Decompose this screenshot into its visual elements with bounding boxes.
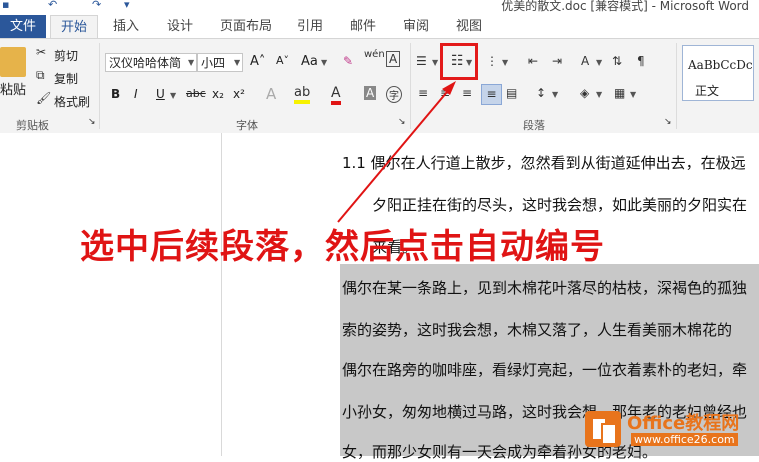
align-left-icon[interactable]: ≡ (418, 86, 428, 100)
show-marks-icon[interactable]: ¶ (637, 54, 645, 68)
tab-review[interactable]: 审阅 (396, 15, 436, 38)
quick-access-toolbar: ▪ ↶ ↷ ▾ (0, 0, 160, 12)
text-effects-icon[interactable]: A (266, 85, 276, 103)
decrease-indent-icon[interactable]: ⇤ (528, 54, 538, 68)
align-right-icon[interactable]: ≡ (462, 86, 472, 100)
copy-button[interactable]: 复制 (54, 70, 78, 87)
watermark: Office教程网 www.office26.com (585, 405, 759, 456)
phonetic-guide-icon[interactable]: wén (364, 49, 385, 60)
line-spacing-icon[interactable]: ↕ (536, 86, 546, 100)
character-border-icon[interactable]: A (386, 51, 401, 67)
clear-formatting-icon[interactable]: ✎ (343, 54, 353, 68)
bullets-icon[interactable]: ☰ (416, 54, 427, 68)
character-shading-icon[interactable]: A (364, 86, 377, 100)
increase-indent-icon[interactable]: ⇥ (552, 54, 562, 68)
customize-icon[interactable]: ▾ (124, 0, 130, 11)
tab-file[interactable]: 文件 (0, 15, 46, 38)
tab-view[interactable]: 视图 (449, 15, 489, 38)
bold-button[interactable]: B (111, 87, 120, 101)
copy-icon: ⧉ (36, 68, 45, 82)
tab-page-layout[interactable]: 页面布局 (214, 15, 278, 38)
office-logo-icon (585, 411, 621, 447)
underline-dropdown-icon[interactable]: ▼ (170, 91, 176, 100)
title-bar: ▪ ↶ ↷ ▾ 优美的散文.doc [兼容模式] - Microsoft Wor… (0, 0, 759, 15)
font-size-dropdown-icon[interactable]: ▼ (234, 58, 240, 67)
multilevel-list-dropdown-icon[interactable]: ▼ (502, 58, 508, 67)
bullets-dropdown-icon[interactable]: ▼ (432, 58, 438, 67)
paragraph-group-label: 段落 (523, 119, 545, 132)
doc-line-1: 1.1 偶尔在人行道上散步，忽然看到从街道延伸出去，在极远 (342, 154, 746, 172)
shading-icon[interactable]: ◈ (580, 86, 589, 100)
multilevel-list-icon[interactable]: ⋮ (486, 54, 498, 68)
justify-icon[interactable]: ≡ (481, 84, 502, 105)
clipboard-group-label: 剪贴板 (16, 119, 49, 132)
font-name-dropdown-icon[interactable]: ▼ (188, 58, 194, 67)
subscript-button[interactable]: x₂ (212, 87, 224, 101)
strikethrough-button[interactable]: abc (186, 87, 206, 100)
underline-button[interactable]: U (156, 87, 165, 101)
chinese-layout-dropdown-icon[interactable]: ▼ (596, 58, 602, 67)
annotation-text: 选中后续段落，然后点击自动编号 (80, 227, 605, 267)
enclose-characters-icon[interactable]: 字 (386, 86, 402, 103)
window-title: 优美的散文.doc [兼容模式] - Microsoft Word (501, 0, 749, 13)
font-color-icon[interactable]: A (331, 85, 341, 105)
redo-icon[interactable]: ↷ (92, 0, 101, 11)
group-separator (410, 43, 411, 129)
style-sample: AaBbCcDc (688, 58, 753, 72)
sort-icon[interactable]: ⇅ (612, 54, 622, 68)
change-case-button[interactable]: Aa (301, 54, 318, 69)
doc-line-4: 偶尔在某一条路上，见到木棉花叶落尽的枯枝，深褐色的孤独 (342, 279, 748, 297)
line-spacing-dropdown-icon[interactable]: ▼ (552, 90, 558, 99)
highlight-icon[interactable]: ab (294, 85, 311, 104)
doc-line-5: 索的姿势，这时我会想，木棉又落了，人生看美丽木棉花的 (342, 321, 733, 339)
ribbon: 粘贴 ✂ 剪切 ⧉ 复制 🖌 格式刷 剪贴板 ↘ 汉仪哈哈体简 ▼ 小四 ▼ A… (0, 38, 759, 134)
page-margin-line (221, 133, 222, 456)
grow-font-button[interactable]: A˄ (250, 54, 265, 69)
numbering-highlight-box (440, 43, 478, 80)
paragraph-launcher-icon[interactable]: ↘ (664, 117, 672, 127)
paste-icon[interactable] (0, 47, 26, 77)
group-separator (99, 43, 100, 129)
distributed-icon[interactable]: ▤ (506, 86, 517, 100)
format-painter-button[interactable]: 格式刷 (54, 93, 90, 110)
save-icon[interactable]: ▪ (2, 0, 9, 11)
style-normal[interactable]: AaBbCcDc 正文 (682, 45, 754, 101)
cut-button[interactable]: 剪切 (54, 47, 78, 64)
undo-icon[interactable]: ↶ (48, 0, 57, 11)
font-group-label: 字体 (236, 119, 258, 132)
shrink-font-button[interactable]: A˅ (276, 54, 289, 67)
chinese-layout-icon[interactable]: A (581, 54, 589, 68)
tab-mailings[interactable]: 邮件 (343, 15, 383, 38)
group-separator (676, 43, 677, 129)
align-center-icon[interactable]: ≡ (440, 86, 450, 100)
doc-line-6: 偶尔在路旁的咖啡座，看绿灯亮起，一位衣着素朴的老妇，牵 (342, 361, 748, 379)
watermark-url: www.office26.com (631, 433, 738, 446)
doc-line-2: 夕阳正挂在街的尽头，这时我会想，如此美丽的夕阳实在 (372, 196, 748, 214)
style-normal-label: 正文 (695, 84, 720, 98)
tab-design[interactable]: 设计 (160, 15, 200, 38)
tab-home[interactable]: 开始 (50, 15, 98, 40)
font-name-box[interactable]: 汉仪哈哈体简 (105, 53, 197, 72)
italic-button[interactable]: I (134, 87, 138, 101)
paste-button[interactable]: 粘贴 (0, 79, 26, 98)
ribbon-tabs: 文件 开始 插入 设计 页面布局 引用 邮件 审阅 视图 (0, 15, 759, 40)
clipboard-launcher-icon[interactable]: ↘ (88, 117, 96, 127)
tab-references[interactable]: 引用 (290, 15, 330, 38)
tab-insert[interactable]: 插入 (106, 15, 146, 38)
change-case-dropdown-icon[interactable]: ▼ (321, 58, 327, 67)
format-painter-icon: 🖌 (36, 91, 52, 105)
superscript-button[interactable]: x² (233, 87, 245, 101)
shading-dropdown-icon[interactable]: ▼ (596, 90, 602, 99)
scissors-icon: ✂ (36, 45, 47, 59)
borders-icon[interactable]: ▦ (614, 86, 625, 100)
borders-dropdown-icon[interactable]: ▼ (630, 90, 636, 99)
font-launcher-icon[interactable]: ↘ (398, 117, 406, 127)
watermark-title: Office教程网 (627, 413, 740, 434)
